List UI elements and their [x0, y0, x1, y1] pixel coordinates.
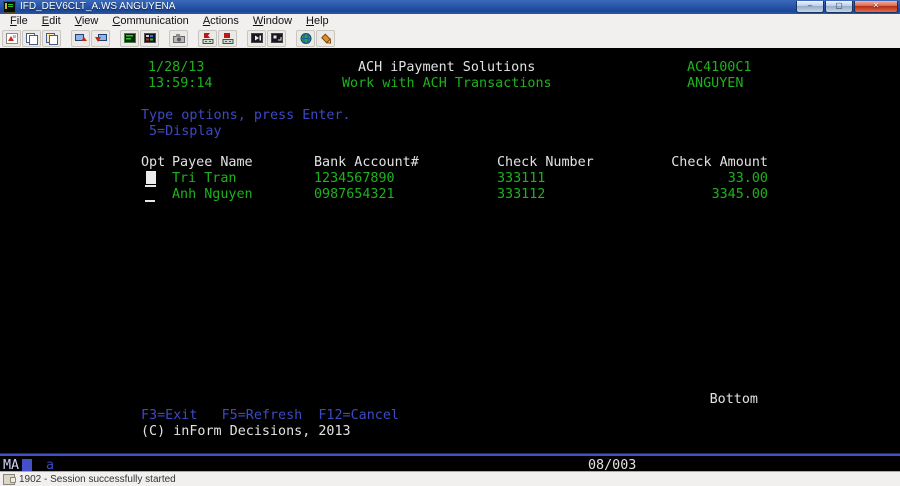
display-setup-icon[interactable]: [120, 30, 139, 47]
table-row-payee: Tri Tran: [172, 171, 237, 186]
table-row-account: 1234567890: [314, 171, 395, 186]
options-prompt: Type options, press Enter.: [141, 108, 351, 123]
table-row-account: 0987654321: [314, 187, 395, 202]
col-header-check-number: Check Number: [497, 155, 594, 170]
screen-subtitle: Work with ACH Transactions: [342, 76, 552, 91]
table-row-check-number: 333111: [497, 171, 545, 186]
menu-help[interactable]: Help: [299, 14, 336, 28]
close-button[interactable]: ✕: [854, 1, 898, 13]
print-screen-icon[interactable]: [169, 30, 188, 47]
session-app-icon: [3, 1, 16, 13]
menu-actions[interactable]: Actions: [196, 14, 246, 28]
window-title: IFD_DEV6CLT_A.WS ANGUYENA: [20, 0, 175, 14]
edit-pencil-icon[interactable]: [316, 30, 335, 47]
terminal-screen: 1/28/13 ACH iPayment Solutions AC4100C1 …: [0, 48, 900, 472]
stop-macro-icon[interactable]: [218, 30, 237, 47]
col-header-check-amount: Check Amount: [671, 155, 768, 170]
menu-window[interactable]: Window: [246, 14, 299, 28]
receive-file-icon[interactable]: [91, 30, 110, 47]
list-position-indicator: Bottom: [710, 392, 758, 407]
session-status-icon: [3, 474, 15, 485]
record-macro-icon[interactable]: [198, 30, 217, 47]
screen-title: ACH iPayment Solutions: [358, 60, 535, 75]
user-id: ANGUYEN: [687, 76, 743, 91]
screen-date: 1/28/13: [148, 60, 204, 75]
copy-icon[interactable]: [22, 30, 41, 47]
maximize-button[interactable]: ▢: [825, 1, 853, 13]
minimize-button[interactable]: –: [796, 1, 824, 13]
status-bar: 1902 - Session successfully started: [0, 471, 900, 486]
table-row-check-number: 333112: [497, 187, 545, 202]
menu-edit[interactable]: Edit: [35, 14, 68, 28]
col-header-account: Bank Account#: [314, 155, 419, 170]
copyright-line: (C) inForm Decisions, 2013: [141, 424, 351, 439]
col-header-opt: Opt: [141, 155, 165, 170]
emulator-window: IFD_DEV6CLT_A.WS ANGUYENA – ▢ ✕ File Edi…: [0, 0, 900, 486]
titlebar: IFD_DEV6CLT_A.WS ANGUYENA – ▢ ✕: [0, 0, 900, 14]
options-legend: 5=Display: [149, 124, 222, 139]
col-header-payee: Payee Name: [172, 155, 253, 170]
copy-append-icon[interactable]: [42, 30, 61, 47]
menu-communication[interactable]: Communication: [105, 14, 195, 28]
color-map-icon[interactable]: [140, 30, 159, 47]
table-row-payee: Anh Nguyen: [172, 187, 253, 202]
keyboard-map-icon[interactable]: [267, 30, 286, 47]
menu-bar: File Edit View Communication Actions Win…: [0, 14, 900, 28]
connect-globe-icon[interactable]: [296, 30, 315, 47]
toolbar: [0, 28, 900, 48]
table-row-check-amount: 33.00: [728, 171, 768, 186]
window-controls: – ▢ ✕: [795, 1, 898, 14]
menu-view[interactable]: View: [68, 14, 106, 28]
paste-icon[interactable]: [2, 30, 21, 47]
send-file-icon[interactable]: [71, 30, 90, 47]
screen-time: 13:59:14: [148, 76, 213, 91]
play-macro-icon[interactable]: [247, 30, 266, 47]
table-row-check-amount: 3345.00: [712, 187, 768, 202]
program-id: AC4100C1: [687, 60, 752, 75]
status-message: 1902 - Session successfully started: [19, 474, 176, 485]
opt-input-row-1[interactable]: [145, 185, 156, 187]
oia-input-inhibit-block: [22, 459, 32, 471]
menu-file[interactable]: File: [3, 14, 35, 28]
oia-separator: [0, 453, 900, 456]
function-key-legend: F3=Exit F5=Refresh F12=Cancel: [141, 408, 399, 423]
text-cursor: [146, 171, 156, 184]
opt-input-row-2[interactable]: [145, 200, 155, 202]
